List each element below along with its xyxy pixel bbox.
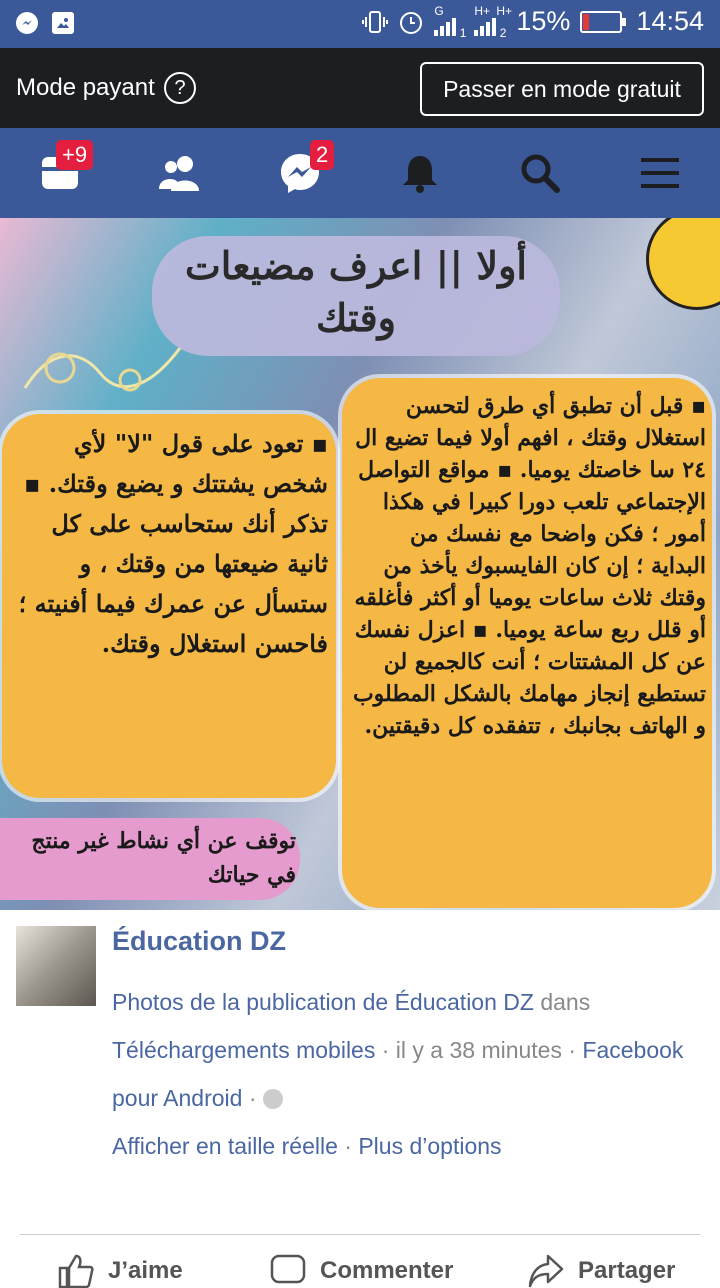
post-actions: J’aime Commenter Partager bbox=[0, 1240, 720, 1288]
separator: · bbox=[337, 1133, 359, 1159]
like-button[interactable]: J’aime bbox=[58, 1254, 183, 1288]
share-button[interactable]: Partager bbox=[528, 1254, 675, 1288]
nav-messenger[interactable]: 2 bbox=[240, 128, 360, 218]
nav-menu[interactable] bbox=[600, 128, 720, 218]
menu-icon bbox=[641, 158, 679, 188]
emoji-decoration bbox=[646, 218, 720, 310]
data-mode-bar: Mode payant ? Passer en mode gratuit bbox=[0, 48, 720, 128]
time-text: · il y a 38 minutes · bbox=[375, 1037, 583, 1063]
gallery-notification-icon bbox=[52, 12, 74, 34]
right-card-text: ▪ قبل أن تطبق أي طرق لتحسن استغلال وقتك … bbox=[352, 393, 706, 739]
nav-news-feed[interactable]: +9 bbox=[0, 128, 120, 218]
like-label: J’aime bbox=[108, 1257, 183, 1284]
more-options-link[interactable]: Plus d’options bbox=[358, 1133, 501, 1159]
messenger-badge: 2 bbox=[310, 140, 335, 170]
thumbs-up-icon bbox=[58, 1254, 94, 1288]
share-icon bbox=[528, 1254, 564, 1288]
vibrate-icon bbox=[362, 10, 389, 33]
sim2-signal: H+ H+ 2 bbox=[474, 3, 513, 40]
alarm-icon bbox=[400, 11, 423, 34]
bottom-label-text: توقف عن أي نشاط غير منتج في حياتك bbox=[31, 828, 296, 888]
bell-icon bbox=[403, 156, 437, 193]
in-word: dans bbox=[533, 989, 591, 1015]
separator: · bbox=[242, 1085, 263, 1111]
photos-link[interactable]: Photos de la publication de Éducation DZ bbox=[112, 989, 534, 1015]
full-size-link[interactable]: Afficher en taille réelle bbox=[112, 1133, 338, 1159]
comment-button[interactable]: Commenter bbox=[270, 1254, 453, 1288]
share-label: Partager bbox=[578, 1257, 676, 1284]
top-navigation: +9 2 bbox=[0, 128, 720, 218]
comment-icon bbox=[270, 1254, 306, 1284]
nav-search[interactable] bbox=[480, 128, 600, 218]
search-icon bbox=[521, 154, 560, 193]
post-description: Photos de la publication de Éducation DZ… bbox=[112, 978, 708, 1170]
friends-icon bbox=[159, 156, 199, 191]
left-card-text: ▪ تعود على قول "لا" لأي شخص يشتتك و يضيع… bbox=[18, 429, 328, 658]
battery-percent: 15% bbox=[516, 6, 571, 36]
post-photo[interactable]: أولا || اعرف مضيعات وقتك ▪ قبل أن تطبق أ… bbox=[0, 218, 720, 910]
post-meta: Éducation DZ Photos de la publication de… bbox=[0, 910, 720, 1230]
switch-free-mode-button[interactable]: Passer en mode gratuit bbox=[420, 62, 704, 116]
globe-icon bbox=[262, 1089, 283, 1109]
page-name-link[interactable]: Éducation DZ bbox=[112, 926, 286, 957]
status-bar: G 1 H+ H+ 2 15% 14:54 bbox=[0, 0, 720, 48]
nav-friends[interactable] bbox=[120, 128, 240, 218]
image-title: أولا || اعرف مضيعات وقتك bbox=[185, 243, 527, 340]
messenger-notification-icon bbox=[16, 12, 38, 34]
actions-divider bbox=[20, 1234, 700, 1235]
news-feed-badge: +9 bbox=[56, 140, 94, 170]
page-avatar[interactable] bbox=[16, 926, 96, 1006]
comment-label: Commenter bbox=[320, 1257, 454, 1284]
help-icon[interactable]: ? bbox=[164, 72, 196, 104]
album-link[interactable]: Téléchargements mobiles bbox=[112, 1037, 375, 1063]
clock: 14:54 bbox=[636, 6, 704, 36]
sim1-signal: G 1 bbox=[434, 3, 467, 40]
nav-notifications[interactable] bbox=[360, 128, 480, 218]
mode-label: Mode payant bbox=[16, 74, 155, 101]
battery-icon bbox=[580, 10, 627, 33]
